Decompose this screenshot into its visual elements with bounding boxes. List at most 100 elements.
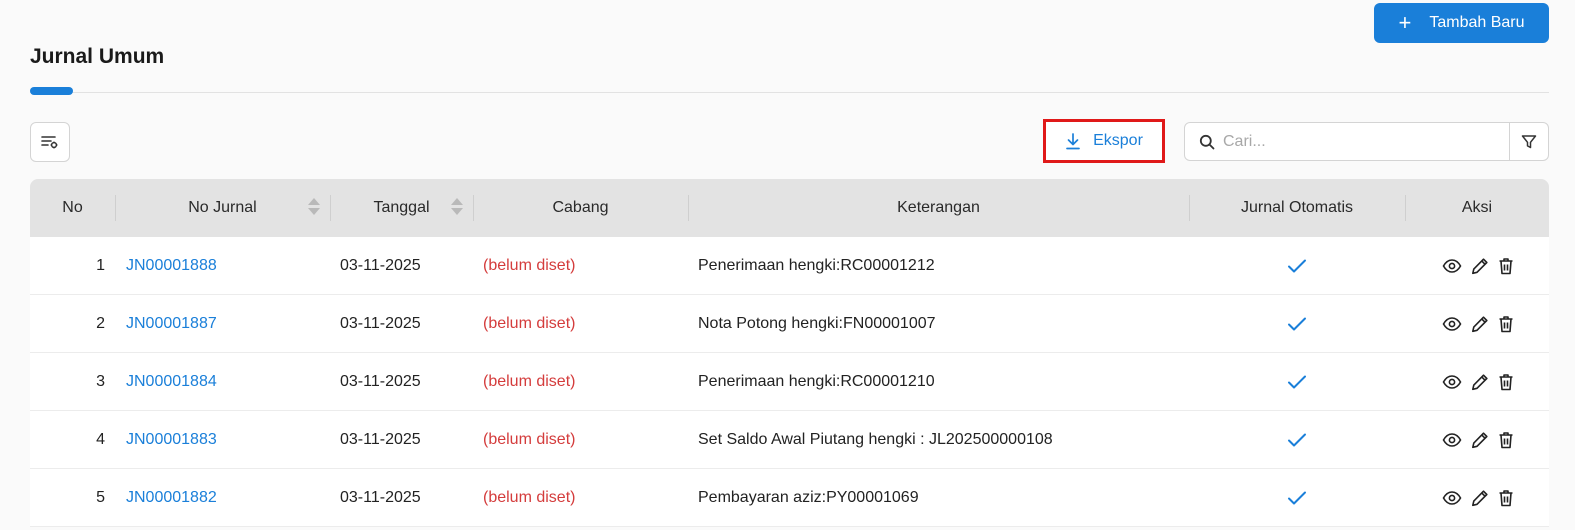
row-auto-journal — [1189, 353, 1405, 410]
pencil-icon — [1472, 257, 1488, 274]
pencil-icon — [1472, 373, 1488, 390]
delete-button[interactable] — [1498, 431, 1514, 449]
add-new-label: Tambah Baru — [1429, 14, 1525, 31]
export-label: Ekspor — [1093, 132, 1143, 149]
delete-button[interactable] — [1498, 257, 1514, 275]
col-header-keterangan-label: Keterangan — [897, 199, 980, 216]
row-auto-journal — [1189, 295, 1405, 352]
row-description: Set Saldo Awal Piutang hengki : JL202500… — [698, 430, 1053, 448]
row-description: Penerimaan hengki:RC00001210 — [698, 372, 935, 390]
col-header-no-label: No — [62, 199, 83, 216]
col-header-tanggal[interactable]: Tanggal — [330, 179, 473, 237]
column-settings-icon — [41, 136, 58, 149]
row-branch: (belum diset) — [483, 256, 576, 274]
row-no: 3 — [96, 372, 105, 390]
row-auto-journal — [1189, 237, 1405, 294]
row-branch: (belum diset) — [483, 314, 576, 332]
col-header-cabang: Cabang — [473, 179, 688, 237]
filter-button[interactable] — [1509, 122, 1549, 161]
row-date: 03-11-2025 — [340, 488, 421, 506]
row-date: 03-11-2025 — [340, 256, 421, 274]
row-actions — [1405, 411, 1549, 468]
table-row: 2 JN00001887 03-11-2025 (belum diset) No… — [30, 295, 1549, 353]
journal-number-link[interactable]: JN00001888 — [115, 237, 330, 294]
row-auto-journal — [1189, 411, 1405, 468]
table-row: 5 JN00001882 03-11-2025 (belum diset) Pe… — [30, 469, 1549, 527]
row-actions — [1405, 353, 1549, 410]
search-box — [1184, 122, 1510, 161]
edit-button[interactable] — [1471, 257, 1489, 275]
column-settings-button[interactable] — [30, 122, 70, 162]
row-actions — [1405, 295, 1549, 352]
page-title: Jurnal Umum — [30, 45, 165, 68]
view-button[interactable] — [1442, 490, 1462, 506]
add-new-button[interactable]: + Tambah Baru — [1374, 3, 1549, 43]
delete-button[interactable] — [1498, 373, 1514, 391]
plus-icon: + — [1398, 10, 1412, 35]
view-button[interactable] — [1442, 432, 1462, 448]
col-header-jurnal-otomatis-label: Jurnal Otomatis — [1240, 199, 1354, 216]
col-header-jurnal-otomatis: Jurnal Otomatis — [1189, 179, 1405, 237]
journal-number-link[interactable]: JN00001882 — [115, 469, 330, 526]
trash-icon — [1499, 489, 1513, 506]
edit-button[interactable] — [1471, 489, 1489, 507]
row-no: 2 — [96, 314, 105, 332]
col-header-no: No — [30, 179, 115, 237]
table-body: 1 JN00001888 03-11-2025 (belum diset) Pe… — [30, 237, 1549, 527]
pencil-icon — [1472, 489, 1488, 506]
edit-button[interactable] — [1471, 373, 1489, 391]
trash-icon — [1499, 431, 1513, 448]
col-header-no-jurnal[interactable]: No Jurnal — [115, 179, 330, 237]
col-header-cabang-label: Cabang — [552, 199, 609, 216]
view-button[interactable] — [1442, 316, 1462, 332]
check-icon — [1288, 433, 1306, 446]
delete-button[interactable] — [1498, 315, 1514, 333]
row-date: 03-11-2025 — [340, 314, 421, 332]
sort-icon[interactable] — [308, 198, 320, 215]
col-header-aksi-label: Aksi — [1461, 199, 1493, 216]
edit-button[interactable] — [1471, 315, 1489, 333]
row-no: 4 — [96, 430, 105, 448]
edit-button[interactable] — [1471, 431, 1489, 449]
eye-icon — [1442, 316, 1462, 331]
row-actions — [1405, 237, 1549, 294]
check-icon — [1288, 491, 1306, 504]
eye-icon — [1442, 258, 1462, 273]
trash-icon — [1499, 257, 1513, 274]
journal-table: No No Jurnal Tanggal Cabang Keterangan J… — [30, 179, 1549, 527]
table-row: 4 JN00001883 03-11-2025 (belum diset) Se… — [30, 411, 1549, 469]
title-accent-bar — [30, 87, 73, 95]
sort-icon[interactable] — [451, 198, 463, 215]
view-button[interactable] — [1442, 258, 1462, 274]
eye-icon — [1442, 490, 1462, 505]
trash-icon — [1499, 315, 1513, 332]
col-header-tanggal-label: Tanggal — [373, 199, 430, 216]
journal-number-link[interactable]: JN00001887 — [115, 295, 330, 352]
journal-number-link[interactable]: JN00001884 — [115, 353, 330, 410]
col-header-keterangan: Keterangan — [688, 179, 1189, 237]
pencil-icon — [1472, 431, 1488, 448]
check-icon — [1288, 317, 1306, 330]
row-actions — [1405, 469, 1549, 526]
row-date: 03-11-2025 — [340, 430, 421, 448]
eye-icon — [1442, 374, 1462, 389]
col-header-aksi: Aksi — [1405, 179, 1549, 237]
row-branch: (belum diset) — [483, 372, 576, 390]
row-description: Penerimaan hengki:RC00001212 — [698, 256, 935, 274]
view-button[interactable] — [1442, 374, 1462, 390]
search-input[interactable] — [1223, 132, 1493, 151]
row-description: Pembayaran aziz:PY00001069 — [698, 488, 919, 506]
table-row: 3 JN00001884 03-11-2025 (belum diset) Pe… — [30, 353, 1549, 411]
check-icon — [1288, 375, 1306, 388]
trash-icon — [1499, 373, 1513, 390]
export-button[interactable]: Ekspor — [1043, 119, 1165, 163]
row-description: Nota Potong hengki:FN00001007 — [698, 314, 936, 332]
table-header: No No Jurnal Tanggal Cabang Keterangan J… — [30, 179, 1549, 237]
col-header-no-jurnal-label: No Jurnal — [188, 199, 257, 216]
pencil-icon — [1472, 315, 1488, 332]
delete-button[interactable] — [1498, 489, 1514, 507]
title-divider — [30, 92, 1549, 93]
journal-number-link[interactable]: JN00001883 — [115, 411, 330, 468]
table-row: 1 JN00001888 03-11-2025 (belum diset) Pe… — [30, 237, 1549, 295]
row-no: 1 — [96, 256, 105, 274]
